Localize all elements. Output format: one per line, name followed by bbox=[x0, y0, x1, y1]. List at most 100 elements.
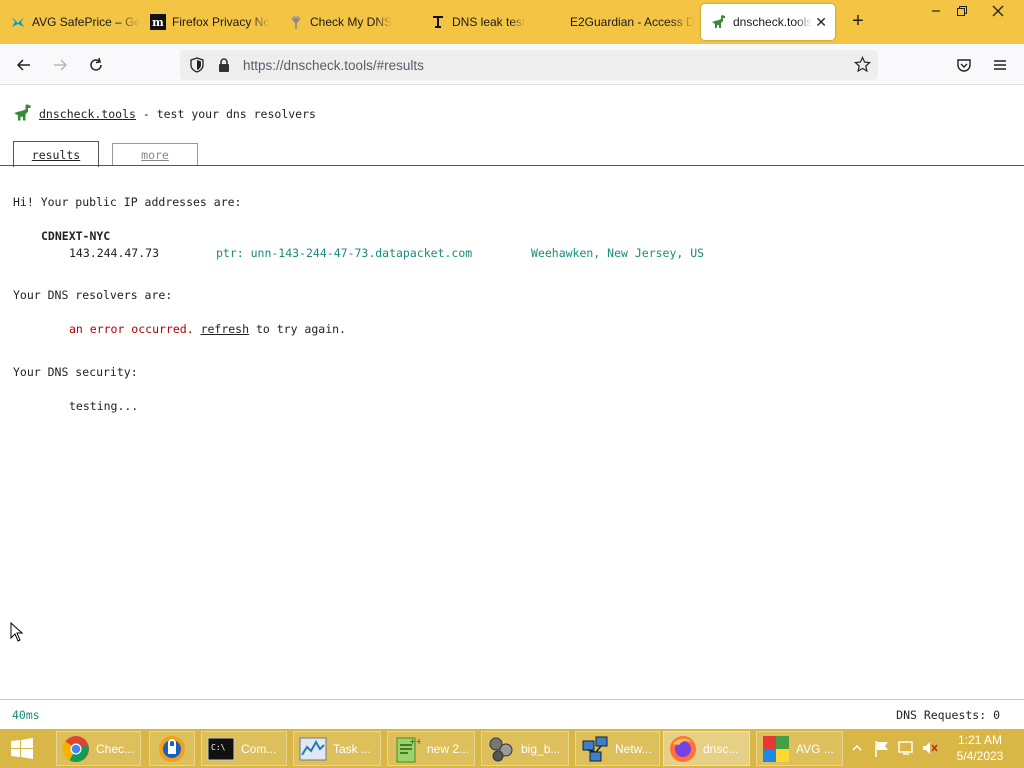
avg-icon bbox=[761, 734, 791, 764]
back-arrow-icon bbox=[16, 59, 30, 71]
page-content: dnscheck.tools - test your dns resolvers… bbox=[0, 86, 1024, 698]
svg-text:++: ++ bbox=[409, 737, 420, 746]
tab-results-label: results bbox=[31, 147, 81, 162]
tab-divider bbox=[0, 165, 1024, 166]
reload-button[interactable] bbox=[83, 52, 109, 78]
hamburger-menu-icon bbox=[994, 60, 1006, 70]
ip-ptr-record: ptr: unn-143-244-47-73.datapacket.com bbox=[216, 246, 473, 260]
mouse-cursor-icon bbox=[10, 621, 24, 645]
tab-title: Firefox Privacy No bbox=[172, 15, 271, 29]
pocket-icon bbox=[957, 59, 971, 72]
pocket-button[interactable] bbox=[951, 52, 977, 78]
ip-address: 143.244.47.73 bbox=[69, 246, 160, 260]
ip-heading: Hi! Your public IP addresses are: bbox=[13, 195, 242, 209]
windows-taskbar: Chec... C:\ Com... Task ... ++ new 2... … bbox=[0, 729, 1024, 768]
tab-title: Check My DNS bbox=[310, 15, 393, 29]
forward-button[interactable] bbox=[47, 52, 73, 78]
lock-icon[interactable] bbox=[217, 57, 231, 78]
notepad-plus-icon: ++ bbox=[392, 734, 422, 764]
taskbar-item-command-prompt[interactable]: C:\ Com... bbox=[201, 731, 287, 766]
resolvers-heading: Your DNS resolvers are: bbox=[13, 288, 173, 302]
system-clock[interactable]: 1:21 AM 5/4/2023 bbox=[944, 732, 1016, 764]
resolvers-error: an error occurred. refresh to try again. bbox=[69, 322, 346, 336]
action-center-flag-icon[interactable] bbox=[874, 740, 890, 763]
avg-browser-icon bbox=[157, 734, 187, 764]
close-tab-icon[interactable]: ✕ bbox=[815, 14, 827, 31]
site-home-link[interactable]: dnscheck.tools bbox=[39, 107, 136, 121]
mozilla-m-icon: m bbox=[150, 14, 166, 30]
tab-firefox-privacy[interactable]: m Firefox Privacy No bbox=[140, 0, 278, 44]
taskbar-item-label: dnsc... bbox=[703, 741, 739, 756]
volume-muted-icon[interactable] bbox=[921, 740, 939, 761]
back-button[interactable] bbox=[11, 52, 37, 78]
tab-dns-leak-test[interactable]: DNS leak test bbox=[420, 0, 558, 44]
taskbar-item-network[interactable]: Netw... bbox=[575, 731, 660, 766]
restore-window-button[interactable] bbox=[947, 0, 977, 22]
error-message: an error occurred. bbox=[69, 322, 194, 336]
taskbar-item-media-player[interactable]: big_b... bbox=[481, 731, 569, 766]
network-status-icon[interactable] bbox=[898, 740, 916, 761]
site-dinosaur-logo-icon bbox=[13, 103, 33, 126]
taskbar-item-notepad-plus[interactable]: ++ new 2... bbox=[387, 731, 475, 766]
tab-title: DNS leak test bbox=[452, 15, 526, 29]
taskbar-item-label: AVG ... bbox=[796, 741, 834, 756]
tab-more-label: more bbox=[141, 147, 169, 162]
firefox-icon bbox=[668, 734, 698, 764]
ip-provider: CDNEXT-NYC bbox=[41, 229, 111, 243]
new-tab-button[interactable]: + bbox=[848, 11, 868, 32]
dns-requests-counter: DNS Requests: 0 bbox=[896, 708, 1000, 722]
taskbar-item-avg-browser[interactable] bbox=[149, 731, 195, 766]
tab-e2guardian[interactable]: E2Guardian - Access D bbox=[560, 0, 698, 44]
site-header: dnscheck.tools - test your dns resolvers bbox=[39, 107, 316, 121]
tab-title: dnscheck.tools bbox=[733, 15, 813, 29]
navigation-toolbar: https://dnscheck.tools/#results bbox=[0, 44, 1024, 85]
tracking-protection-shield-icon[interactable] bbox=[189, 57, 205, 78]
clock-date: 5/4/2023 bbox=[956, 749, 1004, 763]
taskbar-item-label: Chec... bbox=[96, 741, 135, 756]
network-icon bbox=[580, 734, 610, 764]
refresh-link[interactable]: refresh bbox=[201, 322, 249, 336]
retry-text: to try again. bbox=[255, 322, 346, 336]
security-heading: Your DNS security: bbox=[13, 365, 138, 379]
site-tagline: - test your dns resolvers bbox=[135, 107, 316, 121]
close-window-button[interactable] bbox=[983, 0, 1013, 22]
task-manager-icon bbox=[298, 734, 328, 764]
show-hidden-icons-chevron-icon[interactable] bbox=[851, 741, 863, 759]
url-text[interactable]: https://dnscheck.tools/#results bbox=[243, 58, 424, 73]
taskbar-item-chrome[interactable]: Chec... bbox=[56, 731, 141, 766]
tab-title: E2Guardian - Access D bbox=[570, 15, 695, 29]
latency-readout: 40ms bbox=[12, 708, 40, 722]
command-prompt-icon: C:\ bbox=[206, 734, 236, 764]
menu-button[interactable] bbox=[987, 52, 1013, 78]
svg-text:m: m bbox=[152, 16, 164, 29]
taskbar-item-label: new 2... bbox=[427, 741, 470, 756]
reload-icon bbox=[90, 57, 102, 71]
bookmark-star-icon[interactable] bbox=[853, 56, 872, 78]
svg-text:C:\: C:\ bbox=[211, 743, 226, 752]
tab-check-my-dns[interactable]: Check My DNS bbox=[278, 0, 416, 44]
media-player-icon bbox=[486, 734, 516, 764]
tab-title: AVG SafePrice – Ge bbox=[32, 15, 140, 29]
security-status: testing... bbox=[69, 399, 139, 413]
tab-results[interactable]: results bbox=[13, 141, 99, 167]
start-button[interactable] bbox=[4, 733, 40, 764]
taskbar-item-task-manager[interactable]: Task ... bbox=[293, 731, 381, 766]
dinosaur-icon bbox=[711, 14, 727, 30]
taskbar-item-label: Com... bbox=[241, 741, 277, 756]
taskbar-item-label: big_b... bbox=[521, 741, 561, 756]
page-footer: 40ms DNS Requests: 0 bbox=[0, 699, 1024, 729]
clock-time: 1:21 AM bbox=[957, 733, 1003, 747]
tab-more[interactable]: more bbox=[112, 143, 198, 165]
dnsleak-icon bbox=[430, 14, 446, 30]
avg-safeprice-icon bbox=[10, 14, 26, 30]
browser-tab-strip: AVG SafePrice – Ge m Firefox Privacy No … bbox=[0, 0, 1024, 44]
tab-avg-safeprice[interactable]: AVG SafePrice – Ge bbox=[0, 0, 140, 44]
chrome-icon bbox=[61, 734, 91, 764]
taskbar-item-avg[interactable]: AVG ... bbox=[756, 731, 843, 766]
tab-dnscheck-tools[interactable]: dnscheck.tools ✕ bbox=[701, 4, 835, 40]
taskbar-item-firefox[interactable]: dnsc... bbox=[663, 731, 750, 766]
taskbar-item-label: Task ... bbox=[333, 741, 372, 756]
url-bar[interactable]: https://dnscheck.tools/#results bbox=[180, 50, 878, 80]
taskbar-item-label: Netw... bbox=[615, 741, 652, 756]
forward-arrow-icon bbox=[54, 59, 68, 71]
